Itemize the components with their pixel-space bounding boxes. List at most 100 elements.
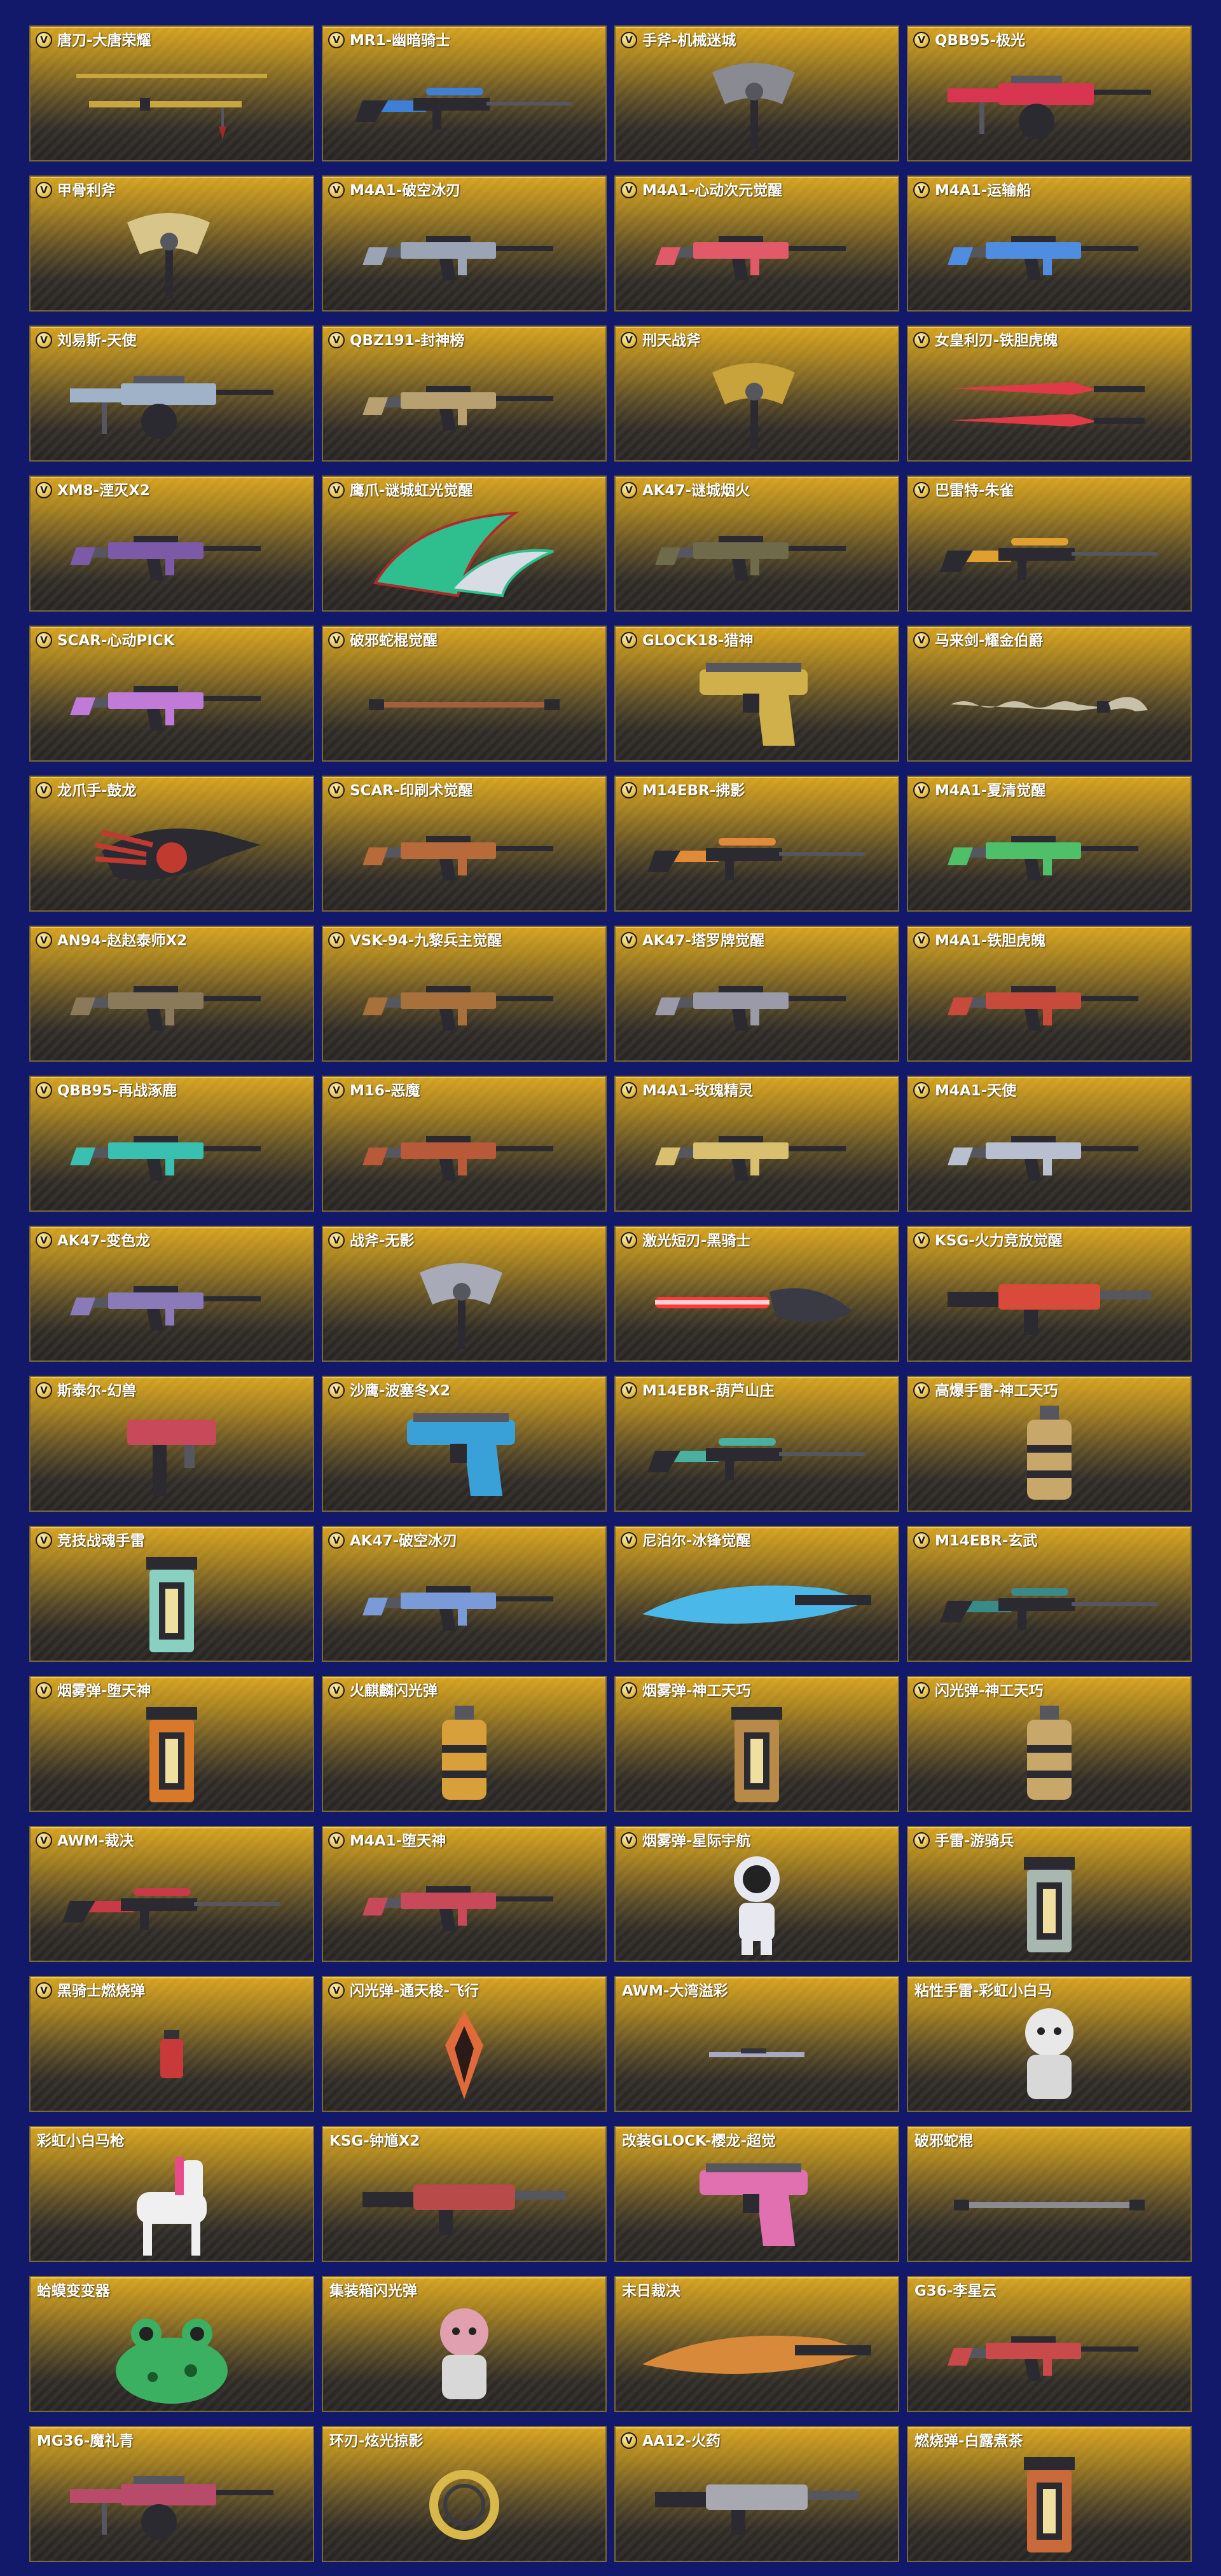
item-card[interactable]: V AK47-变色龙: [29, 1226, 314, 1362]
item-card[interactable]: V 烟雾弹-神工天巧: [614, 1676, 899, 1812]
item-name: M4A1-堕天神: [350, 1833, 446, 1849]
item-card[interactable]: V 巴雷特-朱雀: [907, 476, 1192, 612]
item-card[interactable]: V 甲骨利斧: [29, 175, 314, 312]
item-card[interactable]: V M4A1-玫瑰精灵: [614, 1076, 899, 1212]
item-card[interactable]: V SCAR-印刷术觉醒: [322, 776, 607, 912]
item-card[interactable]: V AK47-谜城烟火: [614, 476, 899, 612]
item-card[interactable]: V 刘易斯-天使: [29, 325, 314, 462]
item-card[interactable]: V M4A1-铁胆虎魄: [907, 926, 1192, 1062]
item-card[interactable]: 破邪蛇棍: [907, 2126, 1192, 2262]
item-card[interactable]: V 手斧-机械迷城: [614, 25, 899, 161]
item-card[interactable]: V 破邪蛇棍觉醒: [322, 626, 607, 762]
item-card[interactable]: V M14EBR-拂影: [614, 776, 899, 912]
item-name: 唐刀-大唐荣耀: [57, 32, 151, 49]
item-card[interactable]: V 鹰爪-谜城虹光觉醒: [322, 476, 607, 612]
item-card[interactable]: V 龙爪手-鼓龙: [29, 776, 314, 912]
v-badge-icon: V: [913, 32, 930, 48]
item-name: AN94-赵赵泰师X2: [57, 933, 188, 949]
item-name: 甲骨利斧: [57, 182, 116, 199]
item-card[interactable]: V M14EBR-葫芦山庄: [614, 1376, 899, 1512]
item-card[interactable]: V 唐刀-大唐荣耀: [29, 25, 314, 161]
item-card[interactable]: V SCAR-心动PICK: [29, 626, 314, 762]
item-card[interactable]: V 刑天战斧: [614, 325, 899, 462]
item-image: [1011, 1851, 1087, 1959]
item-card[interactable]: V 女皇利刃-铁胆虎魄: [907, 325, 1192, 462]
item-card[interactable]: V XM8-湮灭X2: [29, 476, 314, 612]
item-card[interactable]: V AA12-火药: [614, 2426, 899, 2562]
item-image: [64, 66, 280, 142]
item-card[interactable]: V AWM-裁决: [29, 1826, 314, 1962]
item-card[interactable]: V 火麒麟闪光弹: [322, 1676, 607, 1812]
item-card[interactable]: V QBB95-极光: [907, 25, 1192, 161]
item-card[interactable]: AWM-大湾溢彩: [614, 1976, 899, 2112]
item-card[interactable]: V M4A1-天使: [907, 1076, 1192, 1212]
item-card[interactable]: V QBB95-再战涿鹿: [29, 1076, 314, 1212]
item-card[interactable]: 蛤蟆变变器: [29, 2276, 314, 2412]
item-card[interactable]: V AK47-破空冰刃: [322, 1526, 607, 1662]
item-card[interactable]: 集装箱闪光弹: [322, 2276, 607, 2412]
item-image: [350, 72, 579, 136]
v-badge-icon: V: [328, 1232, 345, 1249]
item-name: 烟雾弹-堕天神: [57, 1683, 151, 1699]
item-card[interactable]: V M4A1-夏清觉醒: [907, 776, 1192, 912]
item-name: KSG-钟馗X2: [329, 2133, 420, 2149]
item-card[interactable]: 末日裁决: [614, 2276, 899, 2412]
item-card[interactable]: V KSG-火力竞放觉醒: [907, 1226, 1192, 1362]
item-name: 马来剑-耀金伯爵: [935, 633, 1044, 649]
item-name: 破邪蛇棍: [914, 2133, 973, 2149]
item-card[interactable]: V 烟雾弹-星际宇航: [614, 1826, 899, 1962]
v-badge-icon: V: [913, 632, 930, 648]
v-badge-icon: V: [328, 1532, 345, 1549]
item-card[interactable]: 环刃-炫光掠影: [322, 2426, 607, 2562]
item-card[interactable]: V GLOCK18-猎神: [614, 626, 899, 762]
item-card[interactable]: V M4A1-破空冰刃: [322, 175, 607, 312]
item-card[interactable]: V M14EBR-玄武: [907, 1526, 1192, 1662]
item-card[interactable]: V 闪光弹-通天梭-飞行: [322, 1976, 607, 2112]
item-card[interactable]: 改装GLOCK-樱龙-超觉: [614, 2126, 899, 2262]
v-badge-icon: V: [621, 782, 637, 798]
item-name: 刑天战斧: [642, 332, 701, 349]
item-card[interactable]: V 烟雾弹-堕天神: [29, 1676, 314, 1812]
item-card[interactable]: V 沙鹰-波塞冬X2: [322, 1376, 607, 1512]
item-card[interactable]: V 马来剑-耀金伯爵: [907, 626, 1192, 762]
item-card[interactable]: 燃烧弹-白露煮茶: [907, 2426, 1192, 2562]
item-card[interactable]: V AN94-赵赵泰师X2: [29, 926, 314, 1062]
item-card[interactable]: V 黑骑士燃烧弹: [29, 1976, 314, 2112]
item-card[interactable]: V M4A1-堕天神: [322, 1826, 607, 1962]
item-card[interactable]: V 激光短刃-黑骑士: [614, 1226, 899, 1362]
item-card[interactable]: V MR1-幽暗骑士: [322, 25, 607, 161]
item-image: [674, 353, 839, 455]
item-card[interactable]: V 高爆手雷-神工天巧: [907, 1376, 1192, 1512]
item-card[interactable]: MG36-魔礼青: [29, 2426, 314, 2562]
item-card[interactable]: V AK47-塔罗牌觉醒: [614, 926, 899, 1062]
item-card[interactable]: V 手雷-游骑兵: [907, 1826, 1192, 1962]
v-badge-icon: V: [36, 932, 52, 949]
item-name: XM8-湮灭X2: [57, 483, 150, 499]
item-image: [439, 2007, 490, 2102]
item-image: [655, 1120, 859, 1189]
item-card[interactable]: KSG-钟馗X2: [322, 2126, 607, 2262]
item-name: 竞技战魂手雷: [57, 1533, 145, 1549]
item-card[interactable]: V VSK-94-九黎兵主觉醒: [322, 926, 607, 1062]
item-card[interactable]: V 尼泊尔-冰锋觉醒: [614, 1526, 899, 1662]
item-card[interactable]: G36-李星云: [907, 2276, 1192, 2412]
item-image: [429, 1701, 499, 1809]
item-name: 烟雾弹-神工天巧: [642, 1683, 751, 1699]
item-card[interactable]: V M4A1-运输船: [907, 175, 1192, 312]
item-card[interactable]: 粘性手雷-彩虹小白马: [907, 1976, 1192, 2112]
item-image: [70, 669, 273, 739]
item-image: [362, 692, 566, 717]
v-badge-icon: V: [913, 182, 930, 198]
item-card[interactable]: V 竞技战魂手雷: [29, 1526, 314, 1662]
item-card[interactable]: V QBZ191-封神榜: [322, 325, 607, 462]
item-name: QBB95-极光: [935, 32, 1026, 49]
item-card[interactable]: V 闪光弹-神工天巧: [907, 1676, 1192, 1812]
item-card[interactable]: V M16-恶魔: [322, 1076, 607, 1212]
item-name: 激光短刃-黑骑士: [642, 1233, 751, 1249]
item-card[interactable]: V 战斧-无影: [322, 1226, 607, 1362]
item-card[interactable]: V M4A1-心动次元觉醒: [614, 175, 899, 312]
item-card[interactable]: V 斯泰尔-幻兽: [29, 1376, 314, 1512]
v-badge-icon: V: [36, 1832, 52, 1849]
item-card[interactable]: 彩虹小白马枪: [29, 2126, 314, 2262]
item-name: 火麒麟闪光弹: [350, 1683, 438, 1699]
